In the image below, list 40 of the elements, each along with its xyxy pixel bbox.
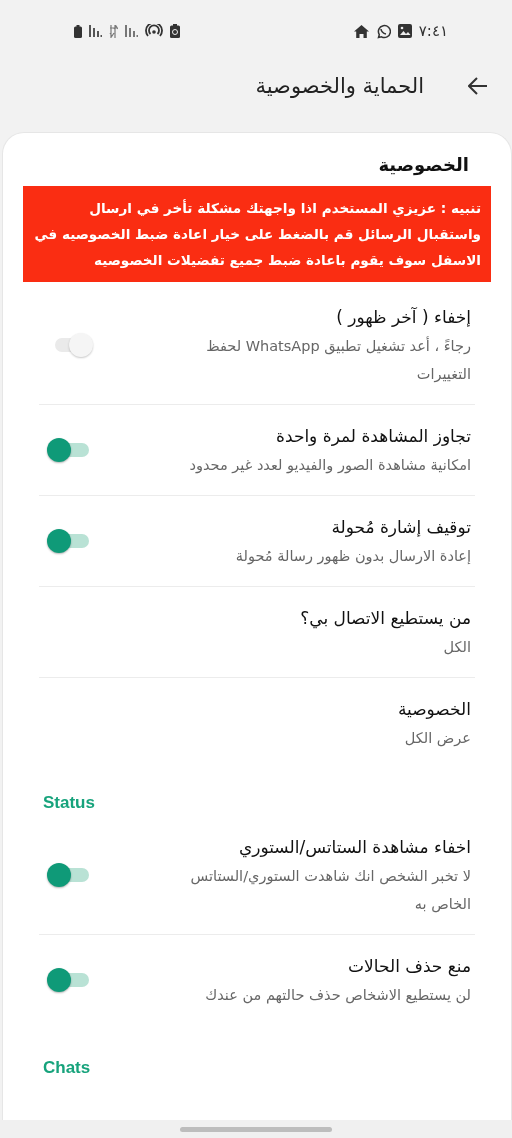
setting-row[interactable]: تجاوز المشاهدة لمرة واحدة امكانية مشاهدة الصور والفيديو لعدد غير محدود bbox=[39, 405, 475, 496]
category-label: Status bbox=[42, 792, 96, 814]
clock-time: ٧:٤١ bbox=[418, 22, 448, 40]
setting-subtitle: امكانية مشاهدة الصور والفيديو لعدد غير محدود bbox=[188, 456, 471, 476]
setting-title: تجاوز المشاهدة لمرة واحدة bbox=[275, 425, 471, 448]
setting-row[interactable]: من يستطيع الاتصال بي؟ الكل bbox=[39, 587, 475, 678]
setting-subtitle: عرض الكل bbox=[403, 729, 471, 749]
setting-row[interactable]: اخفاء مشاهدة الستاتس/الستوري لا تخبر الشخص انك شاهدت الستوري/الستاتس الخاص به bbox=[39, 816, 475, 935]
toggle-switch[interactable] bbox=[47, 437, 91, 463]
setting-row[interactable]: توقيف إشارة مُحولة إعادة الارسال بدون ظهور رسالة مُحولة bbox=[39, 496, 475, 587]
chat-bubble-icon bbox=[375, 23, 391, 39]
hotspot-icon bbox=[145, 24, 163, 38]
warning-banner: تنبيه : عزيزي المستخدم اذا واجهتك مشكلة تأخر في ارسال واستقبال الرسائل قم بالضغط على خيار اعادة ضبط الخصوصيه في الاسفل سوف يقوم باعادة ضبط جميع تفضيلات الخصوصيه bbox=[23, 186, 491, 282]
setting-row[interactable]: منع حذف الحالات لن يستطيع الاشخاص حذف حالتهم من عندك bbox=[39, 935, 475, 1025]
category-label: Chats bbox=[42, 1057, 92, 1079]
toggle-switch[interactable] bbox=[47, 862, 91, 888]
data-arrows-icon bbox=[109, 24, 118, 38]
toggle-switch[interactable] bbox=[47, 967, 91, 993]
setting-title: توقيف إشارة مُحولة bbox=[330, 516, 471, 539]
setting-subtitle: إعادة الارسال بدون ظهور رسالة مُحولة bbox=[234, 547, 471, 567]
image-icon bbox=[397, 24, 412, 38]
toggle-switch[interactable] bbox=[47, 528, 91, 554]
section-heading: الخصوصية bbox=[377, 153, 470, 178]
screen-title: الحماية والخصوصية bbox=[255, 74, 424, 98]
setting-title: الخصوصية bbox=[396, 698, 471, 721]
signal-icon bbox=[125, 25, 138, 37]
setting-title: اخفاء مشاهدة الستاتس/الستوري bbox=[237, 836, 471, 860]
home-icon bbox=[353, 24, 369, 38]
setting-row[interactable]: الخصوصية عرض الكل bbox=[39, 678, 475, 768]
setting-subtitle: لا تخبر الشخص انك شاهدت الستوري/الستاتس الخاص به bbox=[189, 867, 471, 915]
battery-icon bbox=[74, 24, 82, 38]
arrow-icon bbox=[468, 77, 488, 95]
signal-icon bbox=[89, 25, 102, 37]
setting-title: منع حذف الحالات bbox=[347, 955, 471, 979]
battery-icon bbox=[170, 24, 180, 38]
setting-title: إخفاء ( آخر ظهور ) bbox=[335, 306, 471, 330]
setting-subtitle: لن يستطيع الاشخاص حذف حالتهم من عندك bbox=[204, 986, 471, 1006]
setting-subtitle: رجاءً ، أعد تشغيل تطبيق WhatsApp لحفظ التغييرات bbox=[205, 335, 471, 385]
setting-subtitle: الكل bbox=[442, 638, 471, 657]
setting-title: من يستطيع الاتصال بي؟ bbox=[299, 607, 471, 631]
